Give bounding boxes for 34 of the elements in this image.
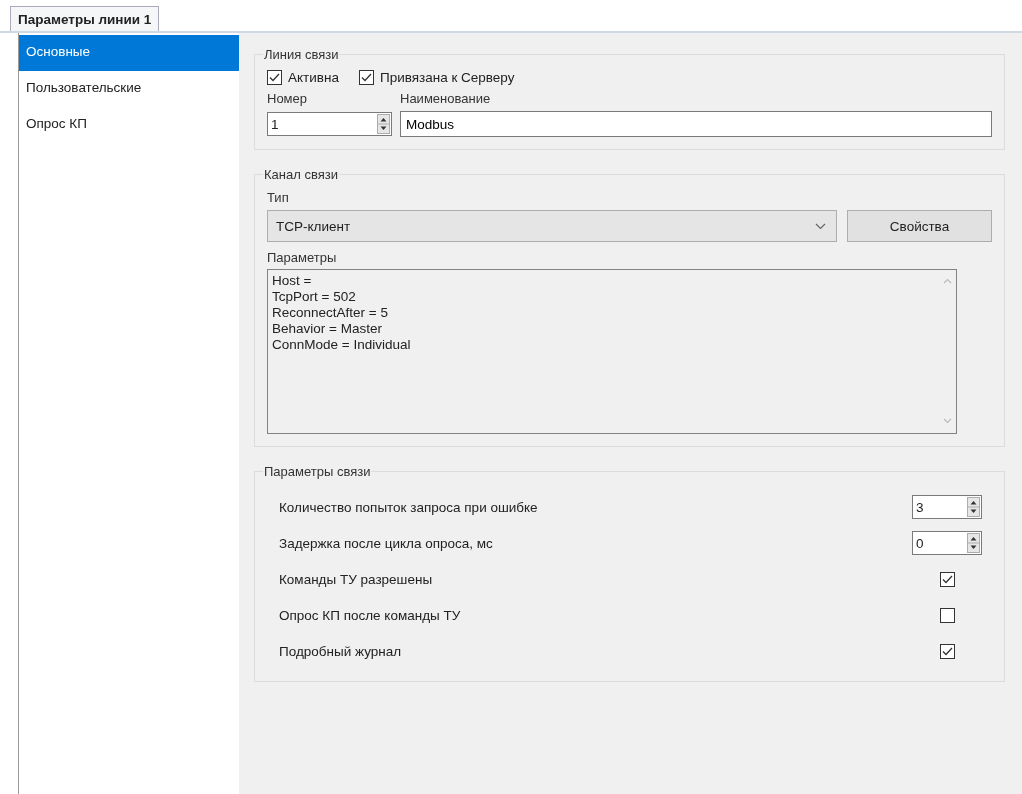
sidebar-item[interactable]: Опрос КП — [19, 107, 239, 143]
sidebar-item[interactable]: Пользовательские — [19, 71, 239, 107]
type-dropdown[interactable]: TCP-клиент — [267, 210, 837, 242]
setting-label: Команды ТУ разрешены — [279, 571, 433, 587]
group-title: Канал связи — [263, 167, 339, 182]
setting-label: Количество попыток запроса при ошибке — [279, 499, 538, 515]
spinner-icon[interactable] — [967, 497, 980, 517]
spinner-icon[interactable] — [377, 114, 390, 134]
setting-label: Подробный журнал — [279, 643, 402, 659]
checkbox[interactable] — [267, 70, 282, 85]
name-field[interactable]: Modbus — [400, 111, 992, 137]
checkbox-label: Привязана к Серверу — [379, 70, 515, 85]
checkbox[interactable] — [939, 643, 955, 659]
number-field[interactable]: 3 — [912, 495, 982, 519]
field-label: Параметры — [267, 250, 338, 265]
field-label: Наименование — [400, 91, 491, 106]
spinner-icon[interactable] — [967, 533, 980, 553]
parameters-textarea[interactable]: Host = TcpPort = 502 ReconnectAfter = 5 Behavior = Master ConnMode = Individual — [267, 269, 957, 434]
number-field[interactable]: 0 — [912, 531, 982, 555]
chevron-down-icon — [815, 222, 826, 230]
group-title: Линия связи — [263, 47, 340, 62]
field-label: Номер — [267, 91, 308, 106]
checkbox[interactable] — [939, 607, 955, 623]
group-title: Параметры связи — [263, 464, 372, 479]
number-field[interactable]: 1 — [267, 112, 392, 136]
setting-label: Задержка после цикла опроса, мс — [279, 535, 493, 551]
checkbox[interactable] — [939, 571, 955, 587]
properties-button[interactable]: Свойства — [847, 210, 992, 242]
sidebar-item[interactable]: Основные — [19, 35, 239, 71]
checkbox[interactable] — [358, 70, 374, 85]
tab[interactable]: Параметры линии 1 — [10, 6, 160, 31]
setting-label: Опрос КП после команды ТУ — [279, 607, 461, 623]
field-label: Тип — [267, 190, 290, 205]
checkbox-label: Активна — [288, 70, 339, 85]
